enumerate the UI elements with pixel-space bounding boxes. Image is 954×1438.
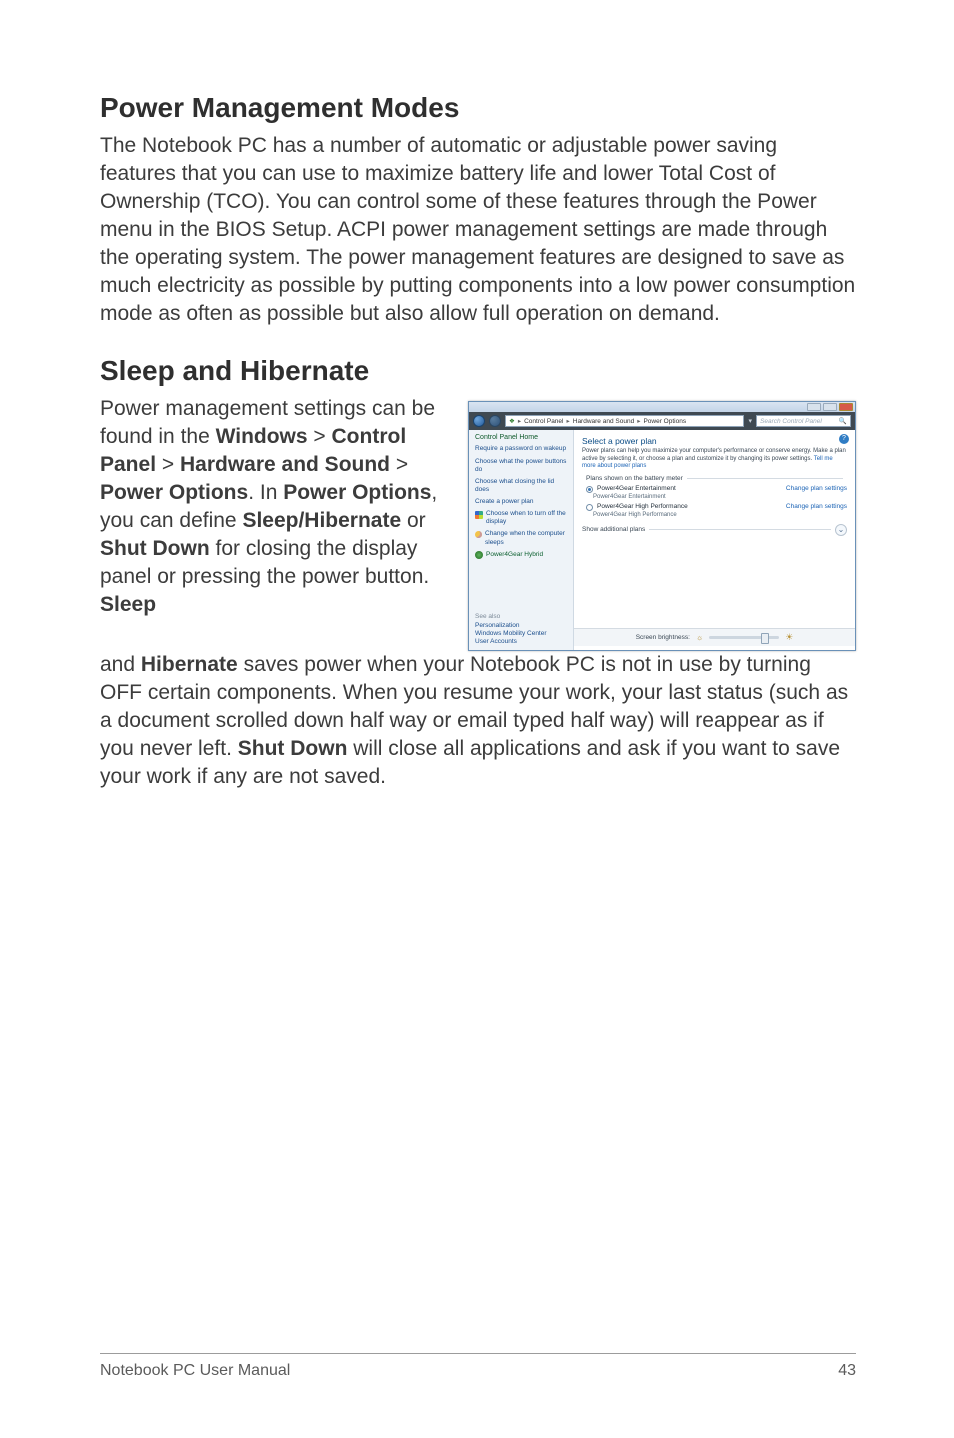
- minimize-button[interactable]: [807, 403, 821, 411]
- page-footer: Notebook PC User Manual 43: [100, 1353, 856, 1380]
- show-additional-plans[interactable]: Show additional plans⌄: [582, 524, 847, 536]
- bold-shut-down: Shut Down: [100, 537, 210, 560]
- main-content: ? Select a power plan Power plans can he…: [574, 430, 855, 650]
- plan-row: Power4Gear Entertainment Change plan set…: [586, 485, 847, 493]
- change-plan-link[interactable]: Change plan settings: [786, 485, 847, 492]
- paragraph-hibernate: and Hibernate saves power when your Note…: [100, 651, 856, 791]
- sidebar-home[interactable]: Control Panel Home: [475, 434, 567, 441]
- maximize-button[interactable]: [823, 403, 837, 411]
- main-description: Power plans can help you maximize your c…: [582, 448, 847, 471]
- bold-power-options-2: Power Options: [283, 481, 431, 504]
- radio-plan-1[interactable]: [586, 486, 593, 493]
- back-button[interactable]: [473, 415, 485, 427]
- footer-title: Notebook PC User Manual: [100, 1362, 290, 1380]
- breadcrumb-item[interactable]: Power Options: [643, 418, 686, 425]
- search-icon: 🔍: [839, 417, 847, 425]
- see-also-header: See also: [475, 613, 567, 620]
- sidebar-link[interactable]: Choose what closing the lid does: [475, 478, 567, 494]
- plan-name: Power4Gear Entertainment: [597, 485, 676, 492]
- bold-sleep-hibernate: Sleep/Hibernate: [242, 509, 401, 532]
- see-also-link[interactable]: Personalization: [475, 622, 567, 630]
- page-number: 43: [838, 1362, 856, 1380]
- bold-hibernate: Hibernate: [141, 653, 238, 676]
- breadcrumb[interactable]: ❖ ▸ Control Panel ▸ Hardware and Sound ▸…: [505, 415, 744, 427]
- plan-subtitle: Power4Gear High Performance: [593, 512, 847, 518]
- brightness-bar: Screen brightness: ☼ ☀: [574, 628, 855, 646]
- brightness-label: Screen brightness:: [636, 634, 690, 641]
- text-fragment: or: [401, 509, 426, 532]
- text-fragment: >: [156, 453, 180, 476]
- moon-icon: [475, 531, 482, 538]
- sidebar-link[interactable]: Choose when to turn off the display: [486, 510, 567, 526]
- see-also-link[interactable]: Windows Mobility Center: [475, 630, 567, 638]
- window-titlebar: [469, 402, 855, 412]
- text-fragment: >: [308, 425, 332, 448]
- help-icon[interactable]: ?: [839, 434, 849, 444]
- screenshot-power-options-window: ❖ ▸ Control Panel ▸ Hardware and Sound ▸…: [468, 401, 856, 651]
- text-fragment: >: [390, 453, 408, 476]
- sidebar-link[interactable]: Change when the computer sleeps: [485, 530, 567, 546]
- heading-sleep-hibernate: Sleep and Hibernate: [100, 355, 856, 387]
- see-also-section: See also Personalization Windows Mobilit…: [475, 613, 567, 646]
- bold-sleep: Sleep: [100, 593, 156, 616]
- plan-row: Power4Gear High Performance Change plan …: [586, 503, 847, 511]
- close-button[interactable]: [839, 403, 853, 411]
- paragraph-path: Power management settings can be found i…: [100, 395, 454, 618]
- sidebar-link[interactable]: Choose what the power buttons do: [475, 458, 567, 474]
- bold-power-options: Power Options: [100, 481, 248, 504]
- sun-bright-icon: ☀: [785, 632, 793, 643]
- address-bar: ❖ ▸ Control Panel ▸ Hardware and Sound ▸…: [469, 412, 855, 430]
- search-input[interactable]: Search Control Panel 🔍: [756, 415, 851, 427]
- sun-dim-icon: ☼: [696, 633, 703, 642]
- text-fragment: and: [100, 653, 141, 676]
- plan-subtitle: Power4Gear Entertainment: [593, 494, 847, 500]
- text-fragment: . In: [248, 481, 283, 504]
- sidebar: Control Panel Home Require a password on…: [469, 430, 574, 650]
- breadcrumb-item[interactable]: Control Panel: [524, 418, 563, 425]
- heading-power-modes: Power Management Modes: [100, 92, 856, 124]
- forward-button[interactable]: [489, 415, 501, 427]
- sidebar-link[interactable]: Require a password on wakeup: [475, 445, 567, 453]
- paragraph-power-modes: The Notebook PC has a number of automati…: [100, 132, 856, 327]
- see-also-link[interactable]: User Accounts: [475, 638, 567, 646]
- breadcrumb-item[interactable]: Hardware and Sound: [573, 418, 634, 425]
- shield-icon: [475, 511, 483, 519]
- search-placeholder: Search Control Panel: [760, 418, 822, 425]
- bold-hardware-sound: Hardware and Sound: [180, 453, 390, 476]
- fieldset-label: Plans shown on the battery meter: [582, 475, 847, 482]
- bold-shut-down-2: Shut Down: [238, 737, 348, 760]
- chevron-down-icon[interactable]: ⌄: [835, 524, 847, 536]
- bold-windows: Windows: [216, 425, 308, 448]
- sidebar-power4gear[interactable]: Power4Gear Hybrid: [475, 551, 567, 559]
- change-plan-link[interactable]: Change plan settings: [786, 503, 847, 510]
- brightness-slider[interactable]: [709, 636, 779, 639]
- main-title: Select a power plan: [582, 436, 847, 446]
- radio-plan-2[interactable]: [586, 504, 593, 511]
- plan-name: Power4Gear High Performance: [597, 503, 688, 510]
- power4gear-icon: [475, 551, 483, 559]
- sidebar-link[interactable]: Create a power plan: [475, 498, 567, 506]
